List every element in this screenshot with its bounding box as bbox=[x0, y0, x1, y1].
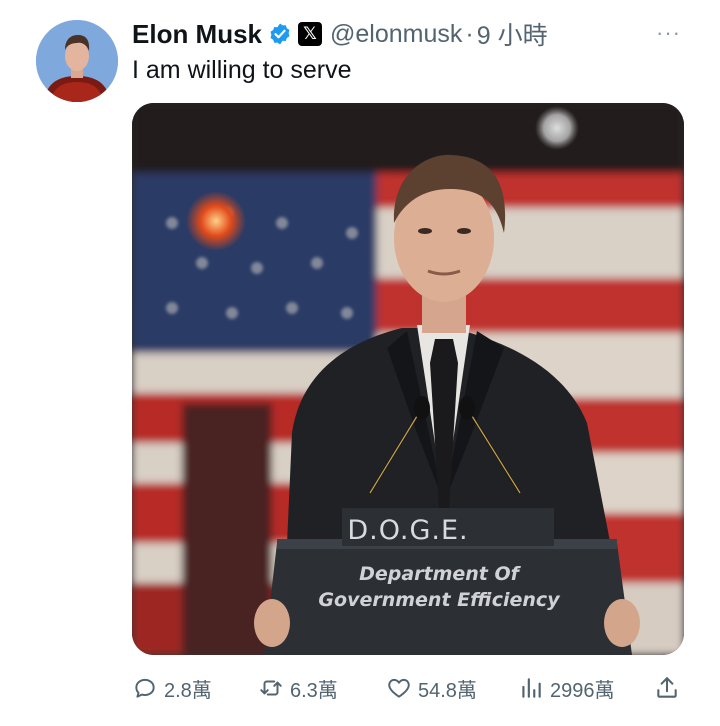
author-name[interactable]: Elon Musk bbox=[132, 19, 262, 50]
views-count: 2996萬 bbox=[550, 679, 615, 702]
retweet-icon bbox=[258, 675, 290, 701]
author-handle[interactable]: @elonmusk bbox=[330, 20, 462, 49]
heart-icon bbox=[386, 675, 418, 701]
more-options-icon[interactable]: ··· bbox=[656, 20, 720, 46]
tweet-card[interactable]: Elon Musk 𝕏 @elonmusk · 9 小時 ··· I am wi… bbox=[0, 0, 720, 726]
share-icon bbox=[654, 675, 680, 701]
action-bar: 2.8萬 6.3萬 54.8萬 2996萬 bbox=[132, 672, 684, 704]
tweet-media[interactable]: D.O.G.E. Department Of Government Effici… bbox=[132, 103, 684, 655]
views-chart-icon bbox=[518, 675, 550, 701]
like-count: 54.8萬 bbox=[418, 679, 477, 702]
share-button[interactable] bbox=[654, 672, 680, 704]
like-button[interactable]: 54.8萬 bbox=[386, 672, 477, 704]
tweet-header: Elon Musk 𝕏 @elonmusk · 9 小時 bbox=[132, 14, 680, 54]
podium-line-2: Government Efficiency bbox=[318, 589, 560, 611]
retweet-count: 6.3萬 bbox=[290, 679, 338, 702]
x-affiliate-icon: 𝕏 bbox=[298, 22, 323, 46]
views-button[interactable]: 2996萬 bbox=[518, 672, 615, 704]
tweet-text: I am willing to serve bbox=[132, 56, 352, 84]
reply-count: 2.8萬 bbox=[164, 679, 212, 702]
retweet-button[interactable]: 6.3萬 bbox=[258, 672, 338, 704]
verified-badge-icon bbox=[268, 22, 292, 46]
reply-icon bbox=[132, 675, 164, 701]
avatar-image bbox=[36, 20, 118, 102]
reply-button[interactable]: 2.8萬 bbox=[132, 672, 212, 704]
avatar[interactable] bbox=[36, 20, 118, 102]
podium-line-1: Department Of bbox=[359, 563, 519, 585]
separator: · bbox=[465, 19, 474, 48]
podium-top-label: D.O.G.E. bbox=[347, 515, 469, 546]
timestamp[interactable]: 9 小時 bbox=[477, 16, 548, 52]
